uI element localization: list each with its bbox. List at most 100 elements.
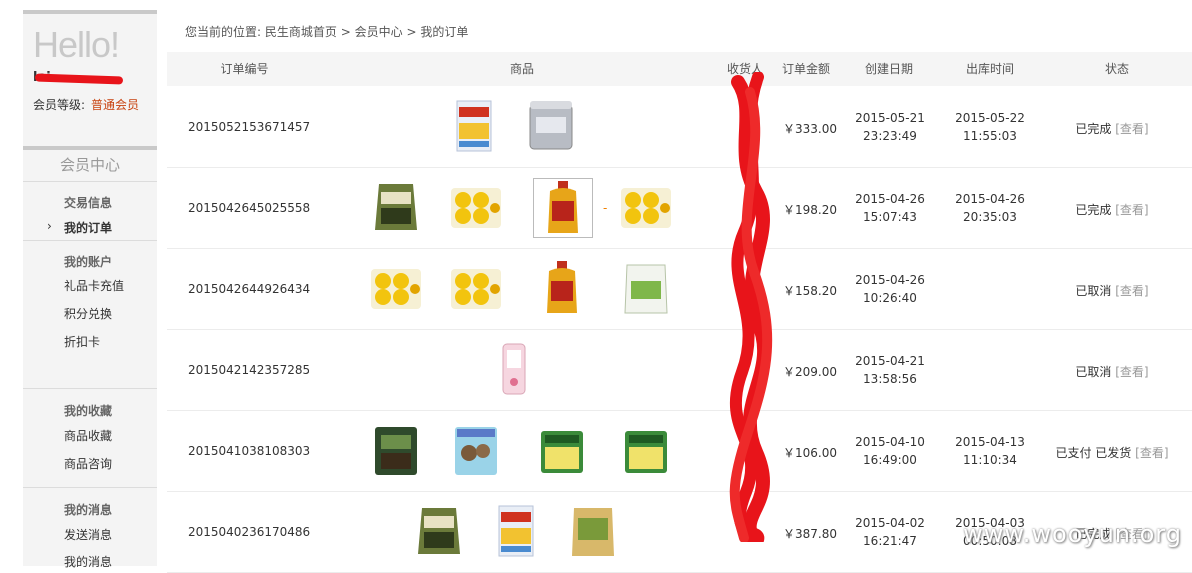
orders-table-header: 订单编号 商品 收货人 订单金额 创建日期 出库时间 状态 (167, 52, 1192, 86)
milk-powder-box-icon[interactable] (487, 502, 547, 562)
sidebar: Hello! lei... 会员等级:普通会员 会员中心 交易信息 › 我的订单… (23, 10, 157, 569)
table-row: 2015042645025558 ￥198.20 2015-04-26 15:0… (167, 168, 1192, 249)
created-time: 13:58:56 (863, 372, 917, 386)
rice-bag-icon[interactable] (367, 178, 427, 238)
view-order-link[interactable]: [查看] (1115, 122, 1148, 136)
table-row: 2015052153671457 ￥333.00 2015-05-21 23:2… (167, 87, 1192, 168)
member-level: 会员等级: 普通会员 (33, 96, 139, 113)
view-order-link[interactable]: [查看] (1115, 365, 1148, 379)
sidebar-item-my-messages[interactable]: 我的消息 (64, 553, 112, 570)
out-date: 2015-04-26 (955, 192, 1025, 206)
view-order-link[interactable]: [查看] (1135, 446, 1168, 460)
created-date: 2015-05-21 (855, 111, 925, 125)
header-consignee: 收货人 (726, 62, 763, 76)
member-level-label: 会员等级: (33, 98, 86, 112)
order-amount: ￥106.00 (783, 446, 837, 460)
created-date: 2015-04-26 (855, 192, 925, 206)
milk-powder-box-icon[interactable] (445, 97, 505, 157)
out-date-cell: 2015-04-13 11:10:34 (950, 433, 1030, 469)
sidebar-item-product-inquiry[interactable]: 商品咨询 (64, 455, 112, 472)
out-time: 20:35:03 (963, 210, 1017, 224)
pink-device-icon[interactable] (485, 340, 545, 400)
breadcrumb-my-orders[interactable]: 我的订单 (420, 25, 468, 39)
sidebar-title: 会员中心 (23, 146, 157, 182)
breadcrumb-separator: > (340, 25, 351, 39)
out-date-cell: 2015-04-26 20:35:03 (950, 190, 1030, 226)
product-separator: - (603, 201, 608, 215)
breadcrumb: 您当前的位置: 民生商城首页 > 会员中心 > 我的订单 (185, 23, 468, 40)
status-text: 已支付 已发货 (1055, 446, 1132, 460)
member-level-value[interactable]: 普通会员 (91, 98, 139, 112)
out-time: 11:55:03 (963, 129, 1017, 143)
created-time: 16:21:47 (863, 534, 917, 548)
order-status: 已取消 [查看] (1047, 282, 1177, 299)
rice-bag-icon[interactable] (410, 502, 470, 562)
view-order-link[interactable]: [查看] (1115, 284, 1148, 298)
created-date: 2015-04-26 (855, 273, 925, 287)
breadcrumb-separator: > (406, 25, 417, 39)
order-amount: ￥158.20 (783, 284, 837, 298)
order-id[interactable]: 2015041038108303 (188, 444, 310, 458)
order-amount: ￥387.80 (783, 527, 837, 541)
breadcrumb-prefix: 您当前的位置: (185, 25, 262, 39)
created-date: 2015-04-10 (855, 435, 925, 449)
flour-bag-icon[interactable] (617, 259, 677, 319)
header-created-date: 创建日期 (864, 62, 913, 76)
status-text: 已完成 (1075, 203, 1112, 217)
order-id[interactable]: 2015042142357285 (188, 363, 310, 377)
out-date: 2015-05-22 (955, 111, 1025, 125)
breadcrumb-home[interactable]: 民生商城首页 (265, 25, 337, 39)
mushroom-bag-icon[interactable] (447, 421, 507, 481)
sidebar-group-trade: 交易信息 › 我的订单 (23, 182, 157, 241)
tea-bag-icon[interactable] (367, 421, 427, 481)
pudding-cups-icon[interactable] (447, 178, 507, 238)
created-date-cell: 2015-04-02 16:21:47 (850, 514, 930, 550)
created-date: 2015-04-21 (855, 354, 925, 368)
order-amount: ￥209.00 (783, 365, 837, 379)
created-date-cell: 2015-04-26 10:26:40 (850, 271, 930, 307)
sidebar-item-points[interactable]: 积分兑换 (64, 305, 112, 322)
header-order-id: 订单编号 (220, 62, 269, 76)
status-text: 已取消 (1075, 365, 1112, 379)
order-status: 已支付 已发货 [查看] (1047, 444, 1177, 461)
created-time: 15:07:43 (863, 210, 917, 224)
table-row: 2015042644926434 ￥158.20 2015-04-26 10:2… (167, 249, 1192, 330)
order-status: 已完成 [查看] (1047, 120, 1177, 137)
milk-powder-can-icon[interactable] (522, 97, 582, 157)
greeting: Hello! (33, 24, 120, 65)
sidebar-group-title: 交易信息 (64, 196, 113, 210)
breadcrumb-member-center[interactable]: 会员中心 (355, 25, 403, 39)
header-status: 状态 (1104, 62, 1129, 76)
sidebar-group-title: 我的收藏 (64, 404, 113, 418)
view-order-link[interactable]: [查看] (1115, 203, 1148, 217)
sidebar-group-title: 我的账户 (64, 255, 113, 269)
sidebar-item-gift-card[interactable]: 礼品卡充值 (64, 277, 124, 294)
chevron-right-icon: › (47, 219, 52, 233)
order-id[interactable]: 2015040236170486 (188, 525, 310, 539)
veggie-pack-icon[interactable] (533, 421, 593, 481)
created-date: 2015-04-02 (855, 516, 925, 530)
pudding-cups-icon[interactable] (367, 259, 427, 319)
oil-bottle-icon[interactable] (533, 259, 593, 319)
pudding-cups-icon[interactable] (617, 178, 677, 238)
status-text: 已取消 (1075, 284, 1112, 298)
header-out-time: 出库时间 (965, 62, 1014, 76)
order-id[interactable]: 2015052153671457 (188, 120, 310, 134)
watermark: www.wooyun.org (963, 520, 1182, 548)
pudding-cups-icon[interactable] (447, 259, 507, 319)
sidebar-item-my-orders[interactable]: 我的订单 (64, 219, 112, 236)
grain-bag-icon[interactable] (564, 502, 624, 562)
veggie-pack-icon[interactable] (617, 421, 677, 481)
sidebar-item-send-message[interactable]: 发送消息 (64, 526, 112, 543)
sidebar-item-product-favorites[interactable]: 商品收藏 (64, 427, 112, 444)
oil-bottle-icon[interactable] (533, 178, 593, 238)
sidebar-group-messages: 我的消息 发送消息 我的消息 (23, 487, 157, 569)
out-date-cell: 2015-05-22 11:55:03 (950, 109, 1030, 145)
order-id[interactable]: 2015042644926434 (188, 282, 310, 296)
table-row: 2015042142357285 ￥209.00 2015-04-21 13:5… (167, 330, 1192, 411)
sidebar-item-discount-card[interactable]: 折扣卡 (64, 333, 100, 350)
header-amount: 订单金额 (781, 62, 830, 76)
order-id[interactable]: 2015042645025558 (188, 201, 310, 215)
table-row: 2015041038108303 ￥106.00 2015-04-10 16:4… (167, 411, 1192, 492)
status-text: 已完成 (1075, 122, 1112, 136)
